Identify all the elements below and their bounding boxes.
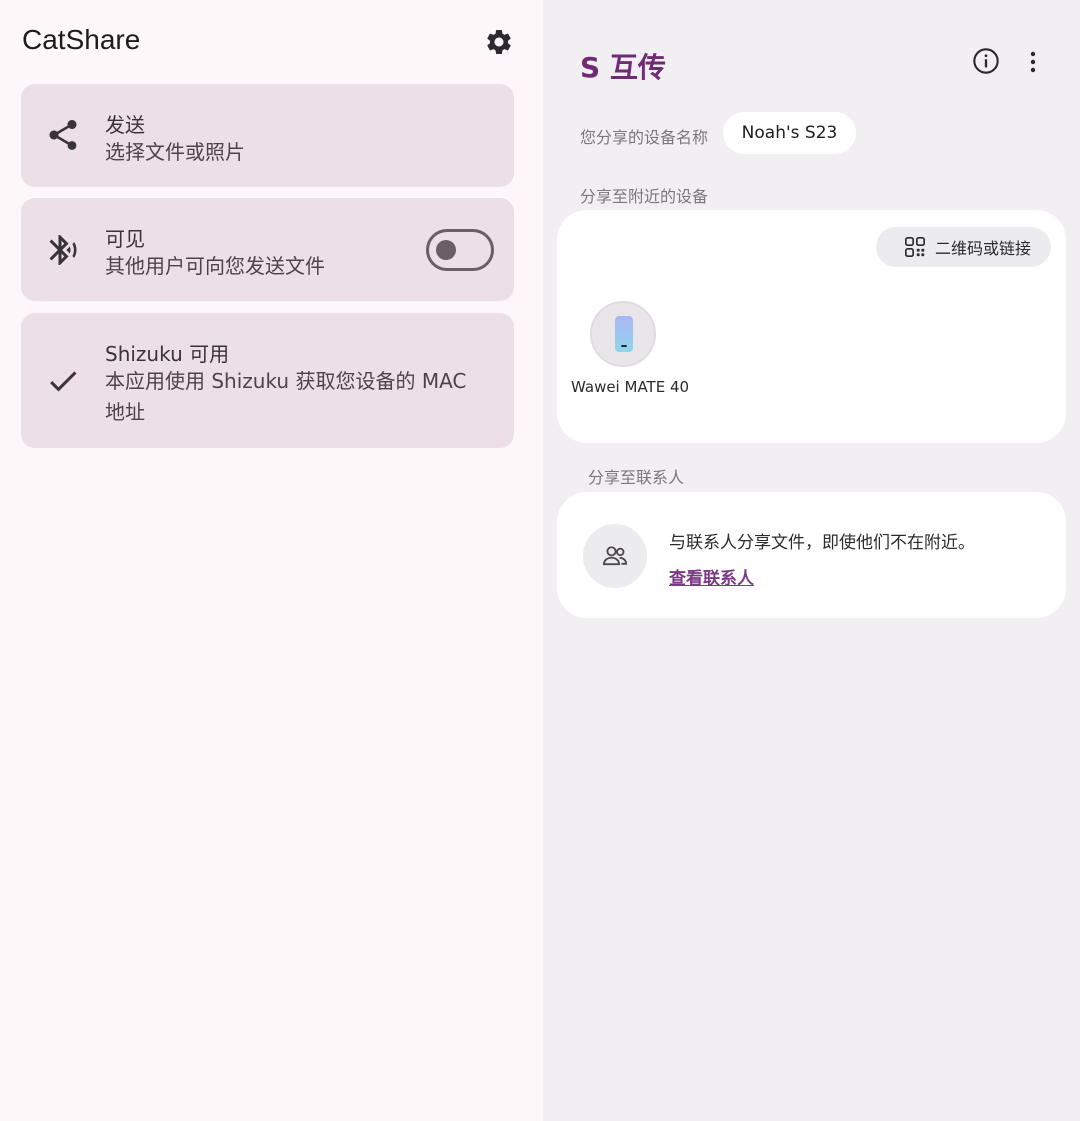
toggle-knob <box>436 240 456 260</box>
contacts-avatar <box>583 524 647 588</box>
nearby-device-name: Wawei MATE 40 <box>571 378 690 396</box>
qr-or-link-button[interactable]: 二维码或链接 <box>876 227 1051 267</box>
phone-icon <box>615 316 633 352</box>
visible-card[interactable]: 可见 其他用户可向您发送文件 <box>21 198 514 301</box>
share-icon <box>49 120 77 150</box>
bluetooth-searching-icon <box>49 235 77 265</box>
device-name-chip[interactable]: Noah's S23 <box>723 112 856 154</box>
shizuku-title: Shizuku 可用 <box>105 342 230 366</box>
more-vert-icon[interactable] <box>1023 48 1043 76</box>
nearby-devices-panel: 二维码或链接 Wawei MATE 40 <box>557 210 1066 443</box>
send-subtitle: 选择文件或照片 <box>105 140 245 164</box>
qr-button-label: 二维码或链接 <box>935 239 1032 258</box>
gear-icon[interactable] <box>484 27 514 57</box>
nearby-device-avatar[interactable] <box>590 301 656 367</box>
shizuku-card: Shizuku 可用 本应用使用 Shizuku 获取您设备的 MAC 地址 <box>21 313 514 448</box>
page-title: S 互传 <box>580 51 666 84</box>
visible-title: 可见 <box>105 227 145 251</box>
s-share-pane: S 互传 您分享的设备名称 Noah's S23 分享至附近的设备 二维码或链接 <box>543 0 1080 1121</box>
contacts-label: 分享至联系人 <box>588 468 685 487</box>
people-icon <box>602 546 628 566</box>
info-icon[interactable] <box>972 47 1000 75</box>
check-icon <box>50 371 77 392</box>
visible-toggle[interactable] <box>426 229 494 271</box>
shizuku-subtitle: 本应用使用 Shizuku 获取您设备的 MAC 地址 <box>105 369 467 424</box>
app-title: CatShare <box>22 24 141 55</box>
contacts-panel: 与联系人分享文件，即使他们不在附近。 查看联系人 <box>557 492 1066 618</box>
qr-code-icon <box>905 237 925 257</box>
nearby-label: 分享至附近的设备 <box>580 187 709 206</box>
send-card[interactable]: 发送 选择文件或照片 <box>21 84 514 187</box>
contacts-description: 与联系人分享文件，即使他们不在附近。 <box>669 533 975 553</box>
view-contacts-link[interactable]: 查看联系人 <box>669 564 754 589</box>
device-name-label: 您分享的设备名称 <box>580 128 709 147</box>
send-title: 发送 <box>105 113 145 137</box>
catshare-pane: CatShare 发送 选择文件或照片 可见 其他用户可向您发送文件 Shizu… <box>0 0 543 1121</box>
